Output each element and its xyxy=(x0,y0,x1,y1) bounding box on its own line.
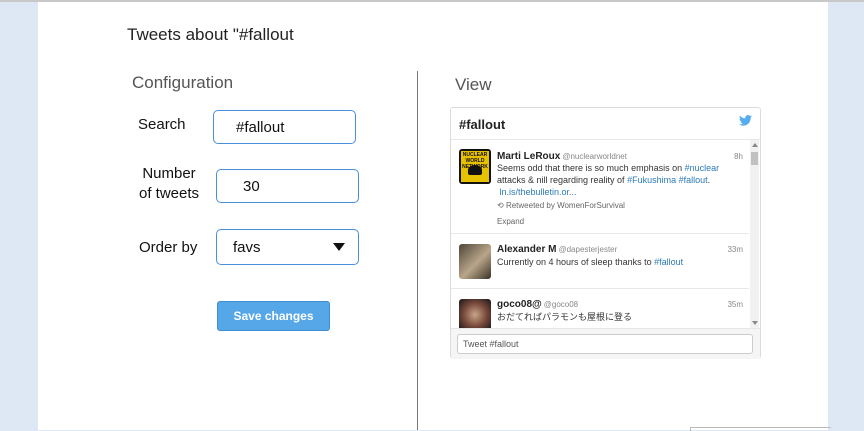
radiation-symbol-icon xyxy=(468,165,482,175)
tweet-item[interactable]: goco08@ @goco08 35m おだてればパラモンも屋根に登る xyxy=(451,289,749,328)
tweet-text-part: Currently on 4 hours of sleep thanks to xyxy=(497,257,655,267)
twitter-bird-icon[interactable] xyxy=(739,115,752,126)
tweet-list-scrollbar[interactable] xyxy=(750,140,759,328)
avatar[interactable] xyxy=(459,299,491,328)
tweet-author[interactable]: Alexander M @dapesterjester xyxy=(497,244,617,255)
tweet-timestamp[interactable]: 35m xyxy=(727,300,743,309)
expand-link[interactable]: Expand xyxy=(497,217,524,226)
search-input[interactable]: #fallout xyxy=(213,110,356,144)
scrollbar-thumb[interactable] xyxy=(751,152,758,165)
avatar[interactable]: NUCLEAR WORLD NETWORK xyxy=(459,149,491,184)
author-handle: @dapesterjester xyxy=(558,245,618,254)
tweet-text-part: . xyxy=(707,175,711,185)
page-title: Tweets about "#fallout xyxy=(127,25,294,44)
tweet-item[interactable]: Alexander M @dapesterjester 33m Currently… xyxy=(451,234,749,289)
tweet-text-part: Seems odd that there is so much emphasis… xyxy=(497,163,685,173)
number-of-tweets-input[interactable]: 30 xyxy=(216,169,359,203)
tweet-author[interactable]: goco08@ @goco08 xyxy=(497,299,578,310)
retweet-info: ⟲ Retweeted by WomenForSurvival xyxy=(497,201,625,210)
twitter-timeline-widget: #fallout NUCLEAR WORLD NETWORK Marti LeR… xyxy=(450,107,761,359)
order-by-select[interactable]: favs xyxy=(216,229,359,265)
number-label-line1: Number xyxy=(142,165,196,182)
vertical-divider xyxy=(417,71,418,430)
retweet-icon: ⟲ xyxy=(497,201,504,210)
number-label-line2: of tweets xyxy=(139,185,200,202)
tweet-list[interactable]: NUCLEAR WORLD NETWORK Marti LeRoux@nucle… xyxy=(451,140,760,328)
avatar[interactable] xyxy=(459,244,491,279)
chevron-down-icon xyxy=(333,243,345,251)
scroll-up-icon[interactable] xyxy=(752,143,758,147)
author-handle: @goco08 xyxy=(543,300,579,309)
widget-header: #fallout xyxy=(451,108,760,140)
order-by-label: Order by xyxy=(139,239,198,256)
widget-title[interactable]: #fallout xyxy=(459,117,505,132)
hashtag-link[interactable]: #Fukushima xyxy=(627,175,676,185)
configuration-heading: Configuration xyxy=(132,73,234,92)
tweet-timestamp[interactable]: 8h xyxy=(734,152,743,161)
scroll-down-icon[interactable] xyxy=(752,321,758,325)
author-name: goco08@ xyxy=(497,299,542,310)
tweet-text-part: attacks & nill regarding reality of xyxy=(497,175,628,185)
search-label: Search xyxy=(138,116,186,133)
tweet-item[interactable]: NUCLEAR WORLD NETWORK Marti LeRoux@nucle… xyxy=(451,140,749,234)
number-of-tweets-label: Number of tweets xyxy=(139,164,199,204)
tweet-author[interactable]: Marti LeRoux @nuclearworldnet xyxy=(497,151,627,162)
search-input-value: #fallout xyxy=(236,118,285,136)
retweet-text: Retweeted by WomenForSurvival xyxy=(505,201,625,210)
save-changes-button[interactable]: Save changes xyxy=(217,301,330,331)
url-link[interactable]: ln.is/thebulletin.or... xyxy=(500,187,577,197)
order-by-value: favs xyxy=(233,238,261,256)
number-input-value: 30 xyxy=(243,177,260,195)
tweet-timestamp[interactable]: 33m xyxy=(727,245,743,254)
widget-footer: Tweet #fallout xyxy=(451,328,760,359)
author-name: Marti LeRoux xyxy=(497,151,561,162)
author-name: Alexander M xyxy=(497,244,557,255)
tweet-text: おだてればパラモンも屋根に登る xyxy=(497,312,633,322)
view-heading: View xyxy=(455,75,492,94)
hashtag-link[interactable]: #nuclear xyxy=(685,163,720,173)
tweet-text: Currently on 4 hours of sleep thanks to … xyxy=(497,256,737,268)
tweet-compose-input[interactable]: Tweet #fallout xyxy=(457,334,753,354)
hashtag-link[interactable]: #fallout xyxy=(654,257,683,267)
tweet-text: Seems odd that there is so much emphasis… xyxy=(497,162,737,198)
author-handle: @nuclearworldnet xyxy=(562,152,627,161)
partial-box-edge xyxy=(690,427,831,431)
hashtag-link[interactable]: #fallout xyxy=(679,175,708,185)
